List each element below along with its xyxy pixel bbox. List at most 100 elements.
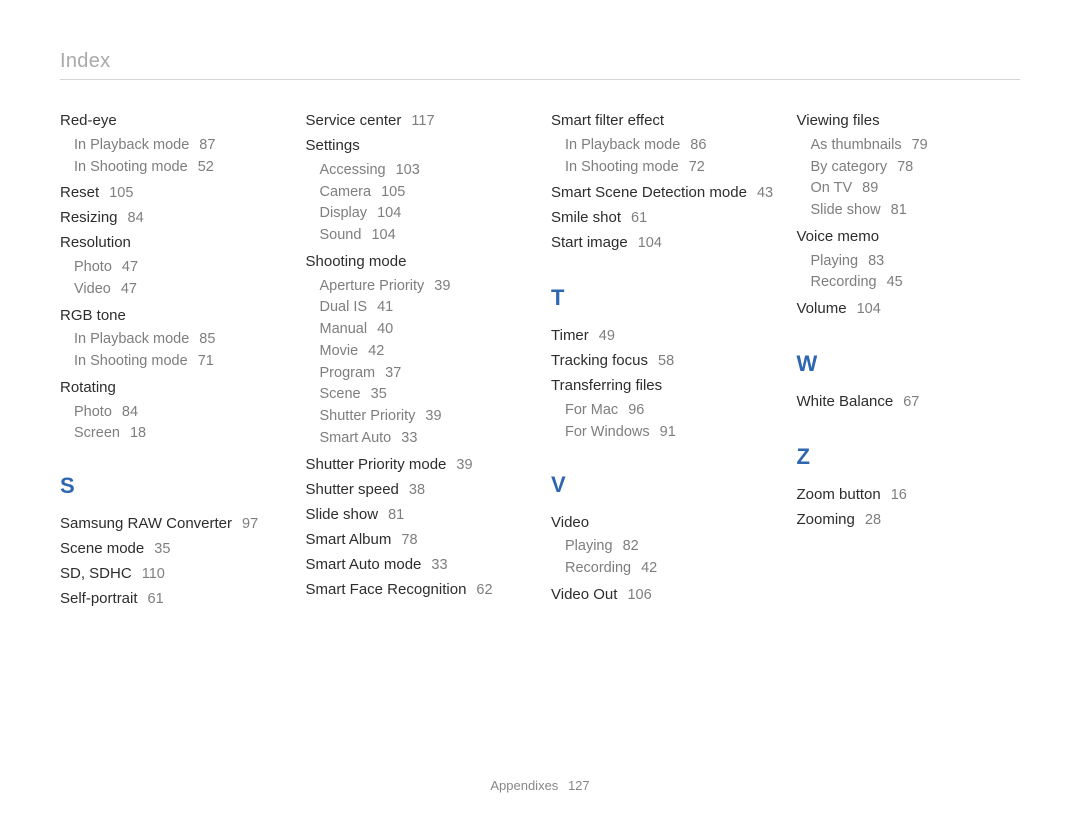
index-subentry[interactable]: Photo 47 — [74, 257, 284, 279]
index-subentry[interactable]: Recording 42 — [565, 558, 775, 580]
subentry-page: 52 — [194, 159, 214, 175]
index-subentry[interactable]: In Playback mode 86 — [565, 135, 775, 157]
index-entry[interactable]: Scene mode 35 — [60, 538, 284, 560]
index-subentry[interactable]: By category 78 — [811, 157, 1021, 179]
index-entry[interactable]: Zooming 28 — [797, 509, 1021, 531]
subentry-label: In Shooting mode — [565, 159, 679, 175]
index-subentry[interactable]: Video 47 — [74, 279, 284, 301]
index-entry[interactable]: Viewing files — [797, 110, 1021, 132]
index-entry[interactable]: Smart Face Recognition 62 — [306, 579, 530, 601]
index-subentry[interactable]: In Playback mode 85 — [74, 329, 284, 351]
index-entry[interactable]: Service center 117 — [306, 110, 530, 132]
index-entry[interactable]: Smart Album 78 — [306, 529, 530, 551]
entry-page: 39 — [452, 457, 472, 473]
index-subentry[interactable]: For Mac 96 — [565, 400, 775, 422]
subentry-label: Movie — [320, 343, 359, 359]
subentry-page: 42 — [637, 560, 657, 576]
index-subentry[interactable]: For Windows 91 — [565, 422, 775, 444]
index-entry[interactable]: Shutter speed 38 — [306, 479, 530, 501]
index-subentry[interactable]: Smart Auto 33 — [320, 428, 530, 450]
subentry-label: Smart Auto — [320, 430, 392, 446]
index-entry[interactable]: Smart filter effect — [551, 110, 775, 132]
index-subentry[interactable]: Camera 105 — [320, 182, 530, 204]
index-subentry[interactable]: Display 104 — [320, 203, 530, 225]
index-subentry[interactable]: In Shooting mode 52 — [74, 157, 284, 179]
index-entry[interactable]: Smile shot 61 — [551, 207, 775, 229]
entry-label: Shutter speed — [306, 481, 399, 498]
entry-label: Volume — [797, 300, 847, 317]
subentry-label: In Playback mode — [74, 331, 189, 347]
index-entry[interactable]: Start image 104 — [551, 232, 775, 254]
index-entry[interactable]: Shooting mode — [306, 251, 530, 273]
index-subentry[interactable]: Slide show 81 — [811, 200, 1021, 222]
entry-label: Self-portrait — [60, 590, 138, 607]
subentry-label: In Playback mode — [74, 137, 189, 153]
index-subentry[interactable]: As thumbnails 79 — [811, 135, 1021, 157]
index-subentry[interactable]: In Shooting mode 71 — [74, 351, 284, 373]
index-subentry[interactable]: Scene 35 — [320, 384, 530, 406]
index-entry[interactable]: Samsung RAW Converter 97 — [60, 513, 284, 535]
spacer — [551, 257, 775, 275]
subentry-label: Scene — [320, 386, 361, 402]
entry-page: 49 — [595, 328, 615, 344]
index-entry[interactable]: Transferring files — [551, 375, 775, 397]
index-entry[interactable]: Self-portrait 61 — [60, 588, 284, 610]
index-entry[interactable]: Video Out 106 — [551, 584, 775, 606]
subentry-label: Playing — [811, 253, 859, 269]
index-subentry[interactable]: In Playback mode 87 — [74, 135, 284, 157]
index-entry[interactable]: RGB tone — [60, 305, 284, 327]
entry-label: Samsung RAW Converter — [60, 515, 232, 532]
index-subentry[interactable]: Accessing 103 — [320, 160, 530, 182]
entry-label: Video — [551, 514, 589, 531]
index-entry[interactable]: Rotating — [60, 377, 284, 399]
index-entry[interactable]: Settings — [306, 135, 530, 157]
subentry-label: Dual IS — [320, 299, 368, 315]
spacer — [797, 416, 1021, 434]
entry-label: Reset — [60, 184, 99, 201]
index-subentry[interactable]: Program 37 — [320, 363, 530, 385]
entry-label: Smart Auto mode — [306, 556, 422, 573]
index-subentry[interactable]: On TV 89 — [811, 178, 1021, 200]
index-entry[interactable]: Reset 105 — [60, 182, 284, 204]
subentry-page: 105 — [377, 184, 405, 200]
index-subentry[interactable]: Playing 83 — [811, 251, 1021, 273]
entry-page: 35 — [150, 541, 170, 557]
index-entry[interactable]: Shutter Priority mode 39 — [306, 454, 530, 476]
index-subentry[interactable]: Playing 82 — [565, 536, 775, 558]
index-subentry[interactable]: Aperture Priority 39 — [320, 276, 530, 298]
index-entry[interactable]: Volume 104 — [797, 298, 1021, 320]
index-entry[interactable]: Tracking focus 58 — [551, 350, 775, 372]
index-subentry[interactable]: Sound 104 — [320, 225, 530, 247]
index-entry[interactable]: SD, SDHC 110 — [60, 563, 284, 585]
index-subentry[interactable]: Manual 40 — [320, 319, 530, 341]
index-entry[interactable]: Smart Scene Detection mode 43 — [551, 182, 775, 204]
page-title: Index — [60, 50, 1020, 80]
index-subentry[interactable]: Photo 84 — [74, 402, 284, 424]
subentry-label: Recording — [565, 560, 631, 576]
subentry-label: In Playback mode — [565, 137, 680, 153]
subentry-page: 47 — [117, 281, 137, 297]
index-subentry[interactable]: Dual IS 41 — [320, 297, 530, 319]
index-letter: W — [797, 351, 1021, 377]
index-entry[interactable]: Smart Auto mode 33 — [306, 554, 530, 576]
index-subentry[interactable]: Recording 45 — [811, 272, 1021, 294]
index-entry[interactable]: Red-eye — [60, 110, 284, 132]
index-entry[interactable]: White Balance 67 — [797, 391, 1021, 413]
index-subentry[interactable]: In Shooting mode 72 — [565, 157, 775, 179]
index-subentry[interactable]: Movie 42 — [320, 341, 530, 363]
index-entry[interactable]: Video — [551, 512, 775, 534]
subentry-label: By category — [811, 159, 888, 175]
index-entry[interactable]: Voice memo — [797, 226, 1021, 248]
entry-page: 81 — [384, 507, 404, 523]
index-entry[interactable]: Timer 49 — [551, 325, 775, 347]
entry-page: 62 — [472, 582, 492, 598]
index-entry[interactable]: Resizing 84 — [60, 207, 284, 229]
entry-label: Viewing files — [797, 112, 880, 129]
index-entry[interactable]: Resolution — [60, 232, 284, 254]
index-subentry[interactable]: Screen 18 — [74, 423, 284, 445]
index-subentry[interactable]: Shutter Priority 39 — [320, 406, 530, 428]
index-entry[interactable]: Slide show 81 — [306, 504, 530, 526]
entry-page: 61 — [144, 591, 164, 607]
entry-label: Smart Album — [306, 531, 392, 548]
index-entry[interactable]: Zoom button 16 — [797, 484, 1021, 506]
